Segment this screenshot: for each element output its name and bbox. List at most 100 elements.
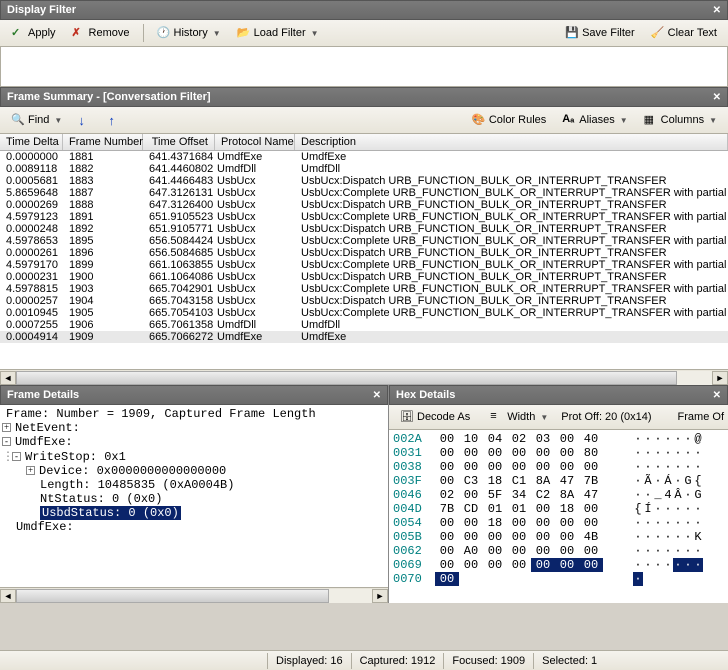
table-row[interactable]: 0.00109451905665.7054103UsbUcxUsbUcx:Com…: [0, 307, 728, 319]
scroll-thumb[interactable]: [16, 371, 677, 385]
tree-umdfexe2[interactable]: UmdfExe:: [16, 520, 74, 534]
hex-row[interactable]: 003800000000000000·······: [389, 460, 728, 474]
width-icon: [490, 410, 504, 424]
table-row[interactable]: 0.00002691888647.3126400UsbUcxUsbUcx:Dis…: [0, 199, 728, 211]
collapse-icon[interactable]: -: [2, 437, 11, 446]
apply-button[interactable]: Apply: [4, 23, 63, 43]
table-row[interactable]: 0.00002311900661.1064086UsbUcxUsbUcx:Dis…: [0, 271, 728, 283]
scroll-thumb[interactable]: [16, 589, 329, 603]
chevron-down-icon: ▼: [54, 116, 62, 125]
width-button[interactable]: Width▼: [483, 407, 555, 427]
display-filter-title: Display Filter: [7, 4, 76, 16]
clear-text-button[interactable]: Clear Text: [644, 23, 724, 43]
tree-netevent[interactable]: NetEvent:: [15, 421, 80, 435]
col-time-delta[interactable]: Time Delta: [0, 134, 63, 150]
chevron-down-icon: ▼: [213, 29, 221, 38]
scroll-left-icon[interactable]: ◄: [0, 589, 16, 603]
close-icon[interactable]: ✕: [713, 5, 721, 16]
hex-row[interactable]: 002A00100402030040······@: [389, 432, 728, 446]
hex-row[interactable]: 007000·: [389, 572, 728, 586]
hex-toolbar: Decode As Width▼ Prot Off: 20 (0x14) Fra…: [389, 405, 728, 430]
expand-icon[interactable]: +: [26, 466, 35, 475]
hex-row[interactable]: 004602005F34C28A47··_4Â·G: [389, 488, 728, 502]
display-filter-header: Display Filter ✕: [0, 0, 728, 20]
collapse-icon[interactable]: -: [12, 452, 21, 461]
history-button[interactable]: History▼: [150, 23, 228, 43]
close-icon[interactable]: ✕: [373, 390, 381, 401]
columns-button[interactable]: Columns▼: [637, 110, 724, 130]
hex-details-header: Hex Details ✕: [389, 385, 728, 405]
find-prev-button[interactable]: [101, 110, 129, 130]
hex-row[interactable]: 006900000000000000·······: [389, 558, 728, 572]
tree-umdfexe[interactable]: UmdfExe:: [15, 435, 73, 449]
table-row[interactable]: 0.00072551906665.7061358UmdfDllUmdfDll: [0, 319, 728, 331]
h-scrollbar[interactable]: ◄ ►: [0, 587, 388, 603]
table-row[interactable]: 0.00002571904665.7043158UsbUcxUsbUcx:Dis…: [0, 295, 728, 307]
hex-body[interactable]: 002A00100402030040······@003100000000000…: [389, 430, 728, 603]
table-row[interactable]: 0.00002611896656.5084685UsbUcxUsbUcx:Dis…: [0, 247, 728, 259]
close-icon[interactable]: ✕: [713, 390, 721, 401]
table-row[interactable]: 0.00891181882641.4460802UmdfDllUmdfDll: [0, 163, 728, 175]
color-rules-button[interactable]: Color Rules: [465, 110, 553, 130]
col-protocol[interactable]: Protocol Name: [215, 134, 295, 150]
table-row[interactable]: 4.59788151903665.7042901UsbUcxUsbUcx:Com…: [0, 283, 728, 295]
tree-length[interactable]: Length: 10485835 (0xA0004B): [40, 478, 234, 492]
close-icon[interactable]: ✕: [713, 92, 721, 103]
table-row[interactable]: 4.59791701899661.1063855UsbUcxUsbUcx:Com…: [0, 259, 728, 271]
hex-row[interactable]: 003F00C318C18A477B·Ã·Á·G{: [389, 474, 728, 488]
expand-icon[interactable]: +: [2, 423, 11, 432]
hex-row[interactable]: 003100000000000080·······: [389, 446, 728, 460]
color-icon: [472, 113, 486, 127]
table-row[interactable]: 5.86596481887647.3126131UsbUcxUsbUcx:Com…: [0, 187, 728, 199]
find-button[interactable]: Find▼: [4, 110, 69, 130]
separator: [143, 24, 144, 42]
chevron-down-icon: ▼: [620, 116, 628, 125]
arrow-up-icon: [108, 113, 122, 127]
display-filter-toolbar: Apply Remove History▼ Load Filter▼ Save …: [0, 20, 728, 47]
chevron-down-icon: ▼: [540, 413, 548, 422]
hex-row[interactable]: 005B0000000000004B······K: [389, 530, 728, 544]
table-row[interactable]: 0.00000001881641.4371684UmdfExeUmdfExe: [0, 151, 728, 163]
col-description[interactable]: Description: [295, 134, 728, 150]
grid-header: Time Delta Frame Number Time Offset Prot…: [0, 134, 728, 151]
hex-row[interactable]: 006200A00000000000·······: [389, 544, 728, 558]
frame-details-tree[interactable]: Frame: Number = 1909, Captured Frame Len…: [0, 405, 388, 587]
decode-icon: [400, 410, 414, 424]
frame-off-label: Frame Of: [678, 411, 724, 423]
arrow-down-icon: [78, 113, 92, 127]
table-row[interactable]: 0.00002481892651.9105771UsbUcxUsbUcx:Dis…: [0, 223, 728, 235]
hex-row[interactable]: 004D7BCD0101001800{Í·····: [389, 502, 728, 516]
remove-button[interactable]: Remove: [65, 23, 137, 43]
tree-frame[interactable]: Frame: Number = 1909, Captured Frame Len…: [6, 407, 316, 421]
prot-off-label: Prot Off: 20 (0x14): [561, 411, 651, 423]
col-frame-number[interactable]: Frame Number: [63, 134, 143, 150]
load-filter-button[interactable]: Load Filter▼: [230, 23, 326, 43]
decode-as-button[interactable]: Decode As: [393, 407, 477, 427]
tree-writestop[interactable]: WriteStop: 0x1: [25, 450, 126, 464]
find-next-button[interactable]: [71, 110, 99, 130]
save-filter-button[interactable]: Save Filter: [558, 23, 642, 43]
scroll-right-icon[interactable]: ►: [712, 371, 728, 385]
table-row[interactable]: 4.59786531895656.5084424UsbUcxUsbUcx:Com…: [0, 235, 728, 247]
tree-ntstatus[interactable]: NtStatus: 0 (0x0): [40, 492, 162, 506]
clear-icon: [651, 26, 665, 40]
folder-open-icon: [237, 26, 251, 40]
grid-body[interactable]: 0.00000001881641.4371684UmdfExeUmdfExe0.…: [0, 151, 728, 369]
aliases-button[interactable]: Aliases▼: [555, 110, 634, 130]
chevron-down-icon: ▼: [311, 29, 319, 38]
frame-details-header: Frame Details ✕: [0, 385, 388, 405]
hex-row[interactable]: 005400001800000000·······: [389, 516, 728, 530]
frame-summary-header: Frame Summary - [Conversation Filter] ✕: [0, 87, 728, 107]
table-row[interactable]: 0.00049141909665.7066272UmdfExeUmdfExe: [0, 331, 728, 343]
filter-textarea[interactable]: [0, 47, 728, 87]
tree-usbdstatus[interactable]: UsbdStatus: 0 (0x0): [40, 506, 181, 520]
tree-device[interactable]: Device: 0x0000000000000000: [39, 464, 226, 478]
col-time-offset[interactable]: Time Offset: [143, 134, 215, 150]
chevron-down-icon: ▼: [709, 116, 717, 125]
table-row[interactable]: 0.00056811883641.4466483UsbUcxUsbUcx:Dis…: [0, 175, 728, 187]
h-scrollbar[interactable]: ◄ ►: [0, 369, 728, 385]
scroll-right-icon[interactable]: ►: [372, 589, 388, 603]
table-row[interactable]: 4.59791231891651.9105523UsbUcxUsbUcx:Com…: [0, 211, 728, 223]
clock-icon: [157, 26, 171, 40]
scroll-left-icon[interactable]: ◄: [0, 371, 16, 385]
